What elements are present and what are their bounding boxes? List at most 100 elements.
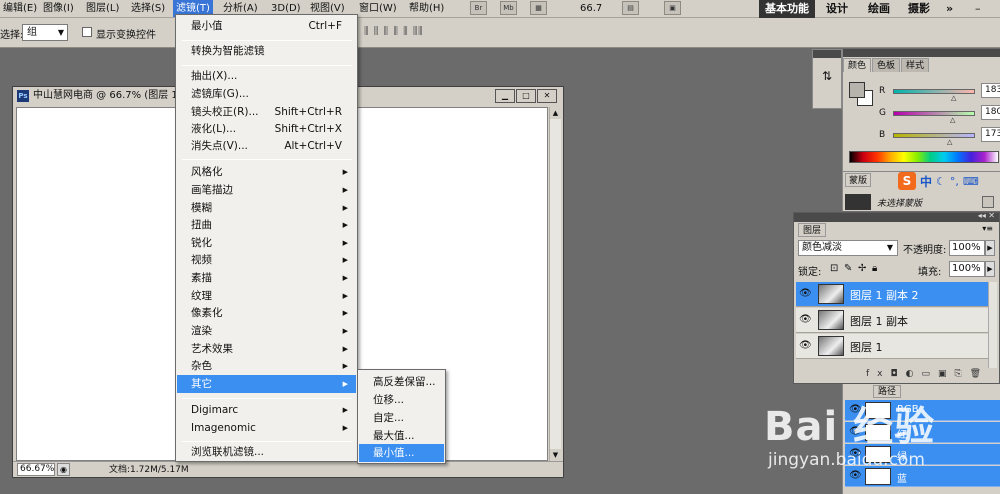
layer-row[interactable]: 👁︎ 图层 1 副本 (796, 308, 988, 333)
b-slider[interactable] (893, 133, 975, 138)
r-slider[interactable] (893, 89, 975, 94)
channel-row[interactable]: 👁︎ 红 (845, 422, 1000, 443)
eye-icon[interactable]: 👁︎ (849, 426, 862, 437)
eye-icon[interactable]: 👁︎ (849, 470, 862, 481)
b-value[interactable]: 173 (981, 127, 1000, 142)
lock-pixels-icon[interactable]: ✎ (844, 263, 852, 274)
filter-item-digimarc[interactable]: Digimarc ▶ (177, 401, 356, 419)
eye-icon[interactable]: 👁︎ (799, 340, 812, 351)
submenu-item-custom[interactable]: 自定... (359, 409, 444, 427)
tab-layers[interactable]: 图层 (798, 223, 827, 237)
filter-item-imagenomic[interactable]: Imagenomic ▶ (177, 419, 356, 437)
moon-icon[interactable]: ☾ (936, 175, 946, 188)
menu-help[interactable]: 帮助(H) (406, 0, 447, 17)
scroll-up-icon[interactable]: ▲ (550, 107, 561, 119)
opacity-input[interactable]: 100% (949, 240, 985, 256)
eye-icon[interactable]: 👁︎ (799, 314, 812, 325)
filter-item-sketch[interactable]: 素描 ▶ (177, 269, 356, 287)
tab-paths[interactable]: 路径 (873, 385, 902, 398)
menu-select[interactable]: 选择(S) (128, 0, 168, 17)
close-button[interactable]: ✕ (537, 89, 557, 103)
filter-item-extract[interactable]: 抽出(X)... (177, 67, 356, 85)
filter-item-blur[interactable]: 模糊 ▶ (177, 199, 356, 217)
fill-arrow-icon[interactable]: ▶ (985, 261, 995, 277)
minimize-button[interactable]: ▁ (495, 89, 515, 103)
mask-options-icon[interactable] (982, 196, 994, 208)
g-slider[interactable] (893, 111, 975, 116)
eye-icon[interactable]: 👁︎ (849, 448, 862, 459)
ime-mode[interactable]: 中 (920, 173, 932, 190)
zoom-level[interactable]: 66.7 (580, 0, 602, 17)
panel-header[interactable]: ◂◂ ✕ (794, 211, 999, 222)
filter-item-pixelate[interactable]: 像素化 ▶ (177, 304, 356, 322)
menu-layer[interactable]: 图层(L) (83, 0, 122, 17)
workspace-design[interactable]: 设计 (820, 0, 854, 18)
foreground-color-swatch[interactable] (849, 82, 865, 98)
filter-item-noise[interactable]: 杂色 ▶ (177, 357, 356, 375)
lock-transparency-icon[interactable]: ⊡ (830, 263, 838, 274)
filter-item-sharpen[interactable]: 锐化 ▶ (177, 234, 356, 252)
panel-menu-icon[interactable]: ▾≡ (982, 224, 993, 233)
filter-item-vanishing-point[interactable]: 消失点(V)... Alt+Ctrl+V (177, 137, 356, 155)
layer-row[interactable]: 👁︎ 图层 1 (796, 334, 988, 359)
mini-bridge-icon[interactable]: Mb (500, 1, 517, 15)
channel-row[interactable]: 👁︎ 蓝 (845, 466, 1000, 487)
screen-mode-icon[interactable]: ▣ (664, 1, 681, 15)
extras-icon[interactable]: ▦ (530, 1, 547, 15)
keyboard-icon[interactable]: ⌨ (963, 175, 979, 188)
lock-all-icon[interactable]: 🔒︎ (872, 263, 877, 274)
filter-item-gallery[interactable]: 滤镜库(G)... (177, 85, 356, 103)
bridge-icon[interactable]: Br (470, 1, 487, 15)
sogou-icon[interactable]: S (898, 172, 916, 190)
r-value[interactable]: 183 (981, 83, 1000, 98)
color-spectrum[interactable] (849, 151, 999, 163)
workspace-more-button[interactable]: » (940, 0, 959, 18)
status-zoom[interactable]: 66.67% (17, 463, 55, 476)
filter-item-other[interactable]: 其它 ▶ (177, 375, 356, 393)
eye-icon[interactable]: 👁︎ (799, 288, 812, 299)
eye-icon[interactable]: 👁︎ (849, 404, 862, 415)
tab-styles[interactable]: 样式 (901, 58, 930, 72)
tab-swatches[interactable]: 色板 (872, 58, 901, 72)
menu-edit[interactable]: 编辑(E) (0, 0, 40, 17)
blend-mode-dropdown[interactable]: 颜色减淡 ▼ (798, 240, 898, 256)
workspace-photography[interactable]: 摄影 (902, 0, 936, 18)
g-value[interactable]: 180 (981, 105, 1000, 120)
status-zoom-icon[interactable]: ◉ (57, 463, 70, 476)
lock-position-icon[interactable]: ✢ (858, 263, 866, 274)
panel-header[interactable] (813, 50, 841, 58)
filter-item-video[interactable]: 视频 ▶ (177, 251, 356, 269)
filter-item-browse-online[interactable]: 浏览联机滤镜... (177, 443, 356, 461)
channel-row[interactable]: 👁︎ RGB (845, 400, 1000, 421)
filter-item-last[interactable]: 最小值 Ctrl+F (177, 17, 356, 35)
auto-align-icon[interactable]: ⫼ (418, 26, 424, 37)
opacity-arrow-icon[interactable]: ▶ (985, 240, 995, 256)
menu-window[interactable]: 窗口(W) (356, 0, 400, 17)
filter-item-lens-correction[interactable]: 镜头校正(R)... Shift+Ctrl+R (177, 103, 356, 121)
close-icon[interactable]: ◂◂ ✕ (978, 211, 995, 220)
scroll-down-icon[interactable]: ▼ (550, 449, 561, 461)
submenu-item-maximum[interactable]: 最大值... (359, 427, 444, 445)
layers-footer-icons[interactable]: fx◘◐▭▣⎘🗑︎ (796, 367, 996, 381)
slider-knob-icon[interactable]: △ (950, 116, 955, 124)
workspace-essentials[interactable]: 基本功能 (759, 0, 815, 18)
filter-item-liquify[interactable]: 液化(L)... Shift+Ctrl+X (177, 120, 356, 138)
submenu-item-minimum[interactable]: 最小值... (359, 444, 444, 462)
minimize-app-icon[interactable]: – (972, 0, 984, 17)
layer-row[interactable]: 👁︎ 图层 1 副本 2 (796, 282, 988, 307)
slider-knob-icon[interactable]: △ (947, 138, 952, 146)
filter-item-smart-filter[interactable]: 转换为智能滤镜 (177, 42, 356, 60)
filter-item-stylize[interactable]: 风格化 ▶ (177, 163, 356, 181)
filter-item-texture[interactable]: 纹理 ▶ (177, 287, 356, 305)
submenu-item-high-pass[interactable]: 高反差保留... (359, 373, 444, 391)
submenu-item-offset[interactable]: 位移... (359, 391, 444, 409)
panel-header[interactable] (843, 49, 1000, 57)
channel-row[interactable]: 👁︎ 绿 (845, 444, 1000, 465)
workspace-painting[interactable]: 绘画 (862, 0, 896, 18)
layers-scrollbar[interactable] (988, 282, 997, 368)
arrange-icon[interactable]: ▤ (622, 1, 639, 15)
slider-knob-icon[interactable]: △ (951, 94, 956, 102)
filter-item-distort[interactable]: 扭曲 ▶ (177, 216, 356, 234)
punctuation-icon[interactable]: °, (950, 175, 959, 188)
show-transform-checkbox[interactable] (82, 27, 92, 37)
